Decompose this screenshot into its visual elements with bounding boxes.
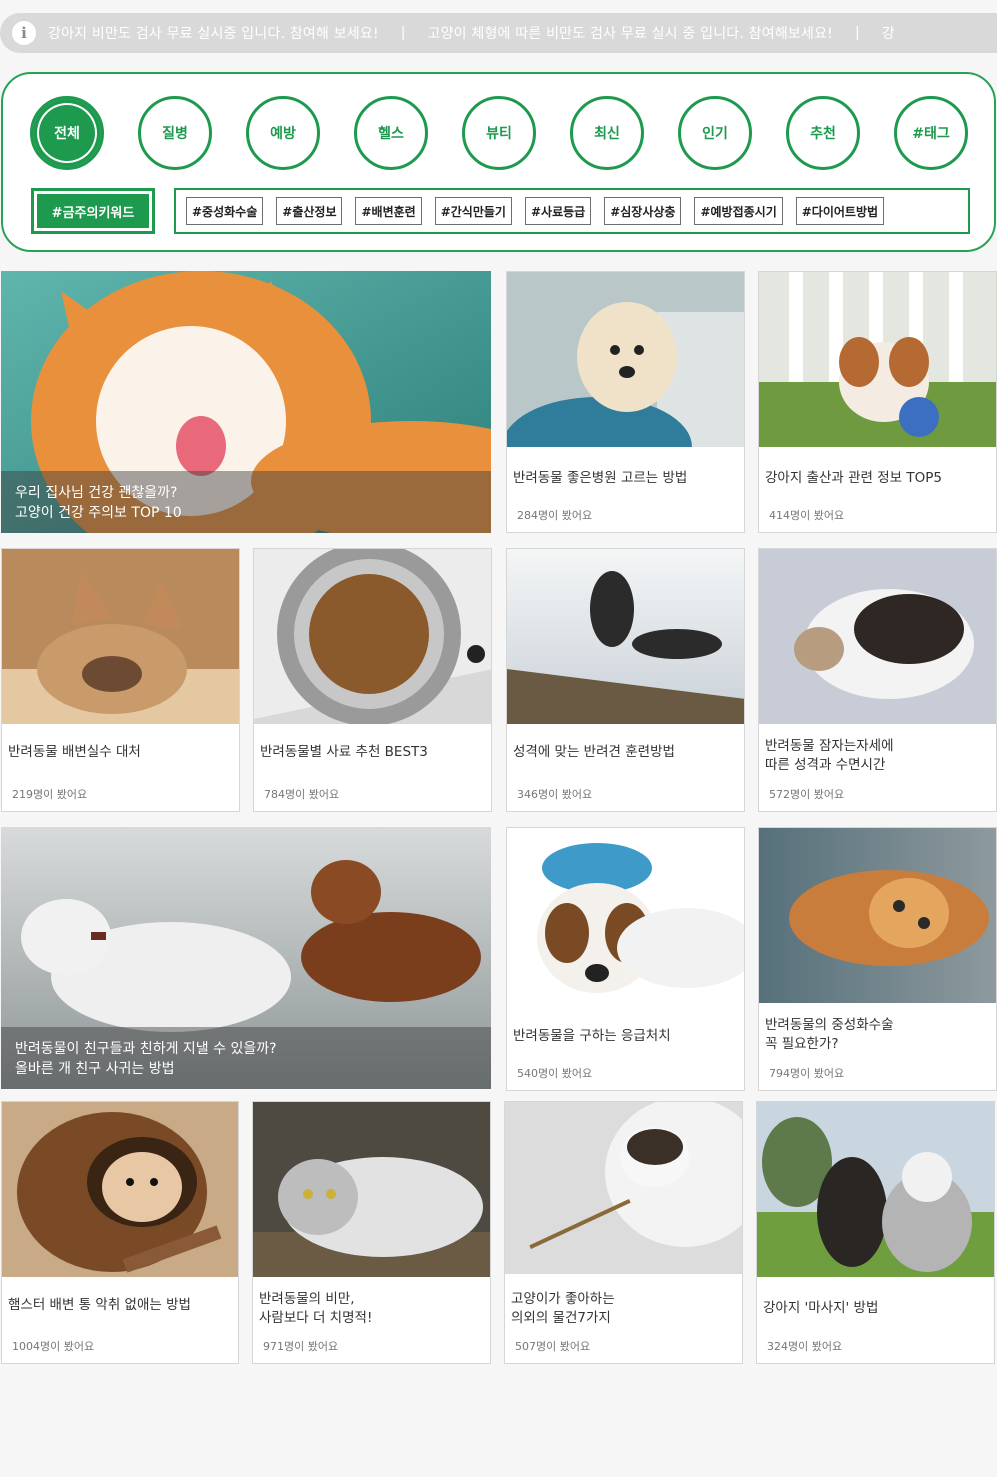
cat-on-sofa-image: [505, 1102, 742, 1274]
card-title: 반려동물 좋은병원 고르는 방법: [513, 470, 688, 486]
category-recommend-button[interactable]: 추천: [786, 96, 860, 170]
view-count: 540명이 봤어요: [517, 1067, 593, 1080]
persian-cat-image: [253, 1102, 490, 1277]
ticker-message[interactable]: 고양이 체형에 따른 비만도 검사 무료 실시 중 입니다. 참여해보세요!: [428, 23, 833, 43]
tag-chip[interactable]: #간식만들기: [434, 197, 512, 225]
tag-chip[interactable]: #출산정보: [276, 197, 343, 225]
view-count: 794명이 봤어요: [769, 1067, 845, 1080]
tag-chip[interactable]: #다이어트방법: [795, 197, 885, 225]
view-count: 572명이 봤어요: [769, 788, 845, 801]
view-count: 1004명이 봤어요: [12, 1340, 95, 1353]
category-popular-button[interactable]: 인기: [678, 96, 752, 170]
article-card[interactable]: 반려동물 배변실수 대처 219명이 봤어요: [1, 548, 240, 812]
weekly-keyword-label: #금주의키워드: [37, 194, 149, 228]
card-title: 반려동물별 사료 추천 BEST3: [260, 744, 428, 760]
ticker-separator: |: [400, 25, 406, 41]
view-count: 324명이 봤어요: [767, 1340, 843, 1353]
category-filter-panel: 전체 질병 예방 헬스 뷰티 최신 인기 추천 #태그 #금주의키워드 #중성화…: [1, 72, 996, 252]
category-beauty-button[interactable]: 뷰티: [462, 96, 536, 170]
tag-list: #중성화수술 #출산정보 #배변훈련 #간식만들기 #사료등급 #심장사상충 #…: [174, 188, 970, 234]
card-title: 반려동물을 구하는 응급처치: [513, 1028, 671, 1044]
card-title: 반려동물의 비만, 사람보다 더 치명적!: [259, 1291, 373, 1326]
article-card[interactable]: 햄스터 배변 통 악취 없애는 방법 1004명이 봤어요: [1, 1101, 239, 1364]
bulldog-image: [2, 549, 239, 724]
article-card[interactable]: 강아지 출산과 관련 정보 TOP5 414명이 봤어요: [758, 271, 997, 533]
article-card[interactable]: 반려동물의 비만, 사람보다 더 치명적! 971명이 봤어요: [252, 1101, 491, 1364]
view-count: 784명이 봤어요: [264, 788, 340, 801]
card-title: 반려동물 잠자는자세에 따른 성격과 수면시간: [765, 738, 894, 773]
category-latest-button[interactable]: 최신: [570, 96, 644, 170]
tag-chip[interactable]: #심장사상충: [604, 197, 682, 225]
dog-hospital-image: [507, 272, 744, 447]
card-title: 반려동물의 중성화수술 꼭 필요한가?: [765, 1017, 894, 1052]
article-card[interactable]: 고양이가 좋아하는 의외의 물건7가지 507명이 봤어요: [504, 1101, 743, 1364]
category-all-button[interactable]: 전체: [30, 96, 104, 170]
lying-cat-image: [759, 828, 996, 1003]
ticker-separator: |: [854, 25, 860, 41]
card-title: 고양이가 좋아하는 의외의 물건7가지: [511, 1291, 615, 1326]
card-title: 우리 집사님 건강 괜찮을까? 고양이 건강 주의보 TOP 10: [15, 485, 182, 521]
tag-chip[interactable]: #배변훈련: [355, 197, 422, 225]
view-count: 346명이 봤어요: [517, 788, 593, 801]
view-count: 414명이 봤어요: [769, 509, 845, 522]
article-card[interactable]: 반려동물의 중성화수술 꼭 필요한가? 794명이 봤어요: [758, 827, 997, 1091]
tag-chip[interactable]: #사료등급: [524, 197, 592, 225]
sick-dog-image: [507, 828, 744, 1003]
sleeping-cat-image: [759, 549, 996, 724]
info-icon: i: [12, 21, 36, 45]
dog-training-image: [507, 549, 744, 724]
category-tag-button[interactable]: #태그: [894, 96, 968, 170]
card-title: 햄스터 배변 통 악취 없애는 방법: [8, 1297, 191, 1313]
hamster-image: [2, 1102, 238, 1277]
card-title: 강아지 '마사지' 방법: [763, 1300, 879, 1316]
article-card[interactable]: 강아지 '마사지' 방법 324명이 봤어요: [756, 1101, 995, 1364]
view-count: 284명이 봤어요: [517, 509, 593, 522]
dogs-massage-image: [757, 1102, 994, 1277]
article-card[interactable]: 반려동물을 구하는 응급처치 540명이 봤어요: [506, 827, 745, 1091]
card-title: 반려동물 배변실수 대처: [8, 744, 141, 760]
feature-card-dog-friends[interactable]: 반려동물이 친구들과 친하게 지낼 수 있을까? 올바른 개 친구 사귀는 방법: [1, 827, 491, 1089]
article-card[interactable]: 반려동물별 사료 추천 BEST3 784명이 봤어요: [253, 548, 492, 812]
view-count: 507명이 봤어요: [515, 1340, 591, 1353]
puppy-image: [759, 272, 996, 447]
article-card[interactable]: 반려동물 잠자는자세에 따른 성격과 수면시간 572명이 봤어요: [758, 548, 997, 812]
tag-chip[interactable]: #중성화수술: [186, 197, 264, 225]
pet-food-bowl-image: [254, 549, 491, 724]
category-health-button[interactable]: 헬스: [354, 96, 428, 170]
card-title: 성격에 맞는 반려견 훈련방법: [513, 744, 675, 760]
category-prevention-button[interactable]: 예방: [246, 96, 320, 170]
feature-card-cat-health[interactable]: 우리 집사님 건강 괜찮을까? 고양이 건강 주의보 TOP 10: [1, 271, 491, 533]
view-count: 219명이 봤어요: [12, 788, 88, 801]
ticker-message[interactable]: 강: [882, 23, 895, 43]
article-card[interactable]: 성격에 맞는 반려견 훈련방법 346명이 봤어요: [506, 548, 745, 812]
article-card[interactable]: 반려동물 좋은병원 고르는 방법 284명이 봤어요: [506, 271, 745, 533]
tag-chip[interactable]: #예방접종시기: [694, 197, 783, 225]
view-count: 971명이 봤어요: [263, 1340, 339, 1353]
card-title: 반려동물이 친구들과 친하게 지낼 수 있을까? 올바른 개 친구 사귀는 방법: [15, 1041, 277, 1077]
notice-ticker[interactable]: i 강아지 비만도 검사 무료 실시중 입니다. 참여해 보세요! | 고양이 …: [0, 13, 997, 53]
category-disease-button[interactable]: 질병: [138, 96, 212, 170]
ticker-message[interactable]: 강아지 비만도 검사 무료 실시중 입니다. 참여해 보세요!: [48, 23, 379, 43]
weekly-keyword-button[interactable]: #금주의키워드: [31, 188, 155, 234]
card-title: 강아지 출산과 관련 정보 TOP5: [765, 470, 942, 486]
